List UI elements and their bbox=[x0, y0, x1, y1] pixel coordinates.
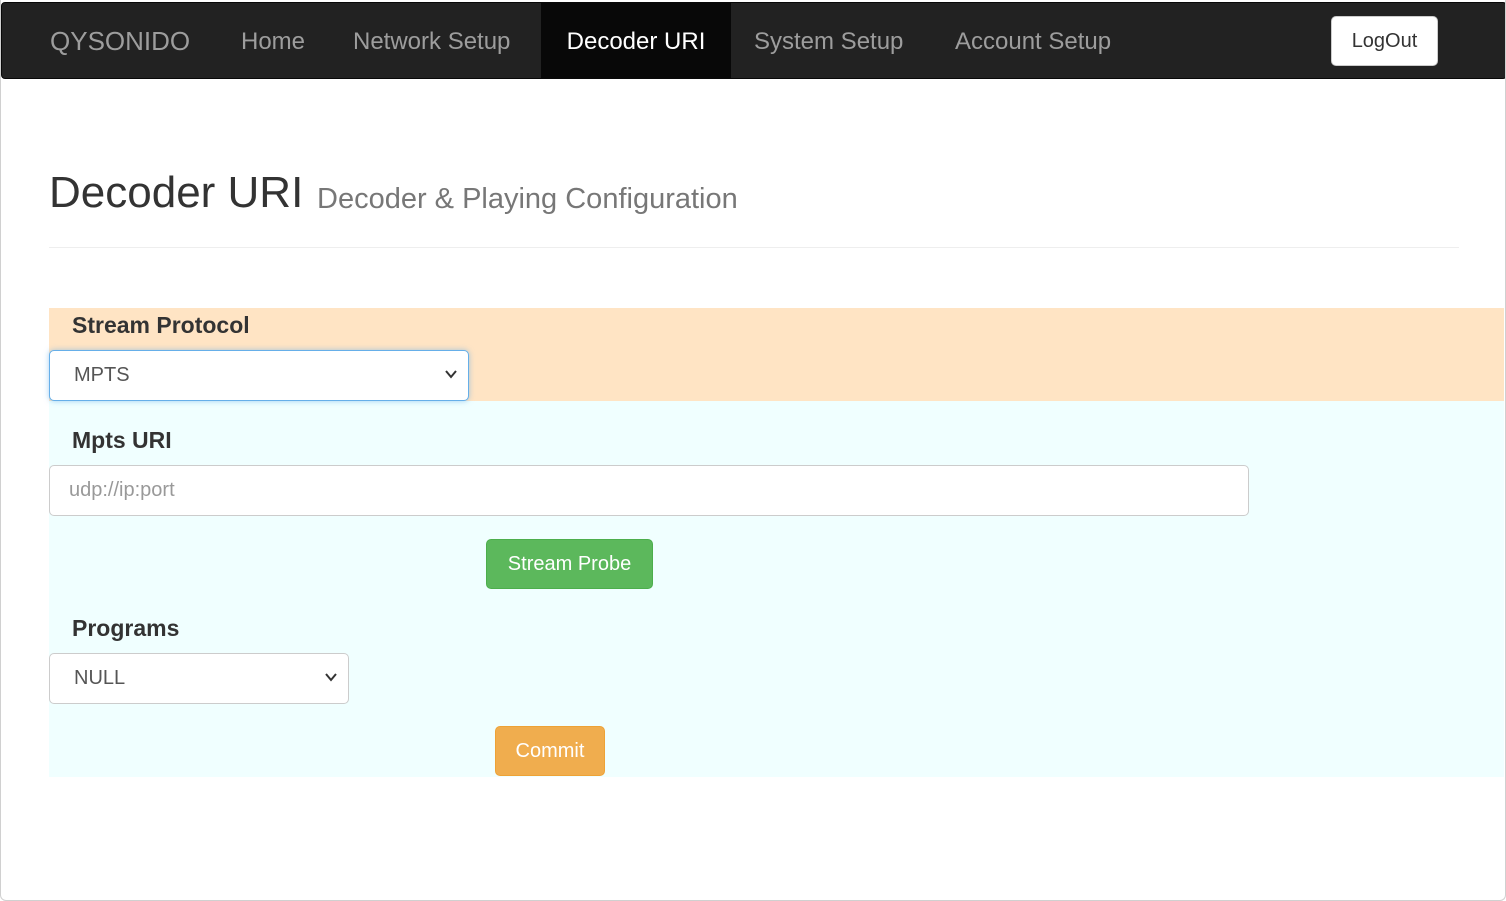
logout-button[interactable]: LogOut bbox=[1331, 16, 1438, 66]
nav-item-decoder-uri[interactable]: Decoder URI bbox=[541, 3, 731, 79]
commit-button[interactable]: Commit bbox=[495, 726, 605, 776]
mpts-uri-input[interactable]: udp://ip:port bbox=[49, 465, 1249, 516]
page: QYSONIDO Home Network Setup Decoder URI … bbox=[0, 0, 1506, 901]
page-title: Decoder URI bbox=[49, 168, 304, 217]
page-subtitle: Decoder & Playing Configuration bbox=[317, 183, 738, 215]
mpts-uri-placeholder: udp://ip:port bbox=[69, 479, 175, 501]
mpts-uri-panel bbox=[49, 401, 1504, 777]
top-navbar: QYSONIDO Home Network Setup Decoder URI … bbox=[1, 2, 1505, 80]
stream-protocol-label: Stream Protocol bbox=[72, 312, 250, 338]
nav-item-network-setup[interactable]: Network Setup bbox=[329, 3, 534, 80]
programs-selected-value: NULL bbox=[74, 667, 126, 689]
programs-select[interactable]: NULL bbox=[49, 653, 349, 704]
chevron-down-icon bbox=[325, 673, 337, 682]
navbar-brand[interactable]: QYSONIDO bbox=[50, 3, 190, 80]
programs-label: Programs bbox=[72, 615, 180, 641]
nav-item-account-setup[interactable]: Account Setup bbox=[932, 3, 1134, 80]
nav-item-system-setup[interactable]: System Setup bbox=[731, 3, 926, 80]
stream-protocol-select[interactable]: MPTS bbox=[49, 350, 469, 401]
stream-probe-button[interactable]: Stream Probe bbox=[486, 539, 653, 589]
mpts-uri-label: Mpts URI bbox=[72, 427, 172, 453]
stream-protocol-selected-value: MPTS bbox=[74, 364, 130, 386]
page-header: Decoder URI Decoder & Playing Configurat… bbox=[49, 164, 1459, 248]
nav-item-home[interactable]: Home bbox=[217, 3, 329, 80]
chevron-down-icon bbox=[445, 370, 457, 379]
